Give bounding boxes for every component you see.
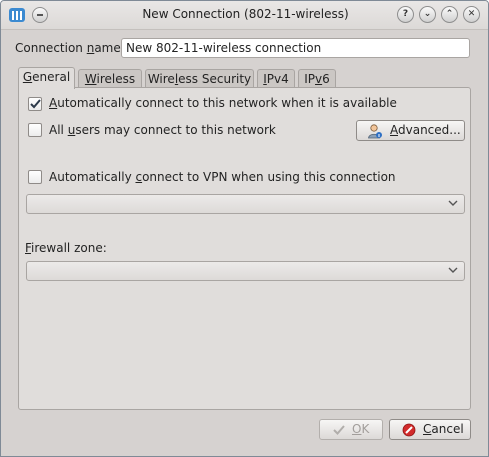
tab-label: 6	[322, 72, 330, 86]
label-text: Connection	[15, 41, 87, 55]
vpn-select[interactable]	[26, 194, 465, 214]
chevron-up-icon: ⌃	[445, 9, 454, 19]
tab-accel: W	[84, 72, 97, 86]
help-icon: ?	[402, 9, 409, 19]
auto-vpn-label[interactable]: Automatically connect to VPN when using …	[49, 170, 396, 184]
tab-accel: G	[22, 70, 33, 84]
tab-label: eneral	[32, 70, 71, 84]
dialog-window: New Connection (802-11-wireless) ? ⌄ ⌃ ✕…	[0, 0, 489, 457]
all-users-checkbox[interactable]	[28, 123, 42, 137]
window-title: New Connection (802-11-wireless)	[142, 7, 349, 21]
label-text: onnect to VPN when using this connection	[142, 170, 396, 184]
maximize-button[interactable]: ⌃	[441, 6, 458, 23]
tab-general[interactable]: General	[18, 67, 75, 89]
advanced-button[interactable]: Advanced...	[356, 120, 465, 141]
ok-button[interactable]: OK	[319, 419, 383, 440]
chevron-down-icon	[448, 267, 458, 273]
label-text: utomatically connect to this network whe…	[57, 96, 397, 110]
auto-connect-label[interactable]: Automatically connect to this network wh…	[49, 96, 397, 110]
firewall-zone-label: Firewall zone:	[25, 241, 107, 255]
cancel-button[interactable]: Cancel	[389, 419, 471, 440]
minimize-button[interactable]: ⌄	[419, 6, 436, 23]
tab-wireless[interactable]: Wireless	[78, 69, 142, 88]
label-text: Automatically	[49, 170, 136, 184]
tab-ipv4[interactable]: IPv4	[257, 69, 295, 88]
button-label: K	[361, 422, 370, 436]
label-accel: A	[49, 96, 58, 110]
tab-label: ess Security	[178, 72, 252, 86]
label-text: irewall zone:	[31, 241, 107, 255]
button-accel: A	[390, 123, 398, 137]
tab-wireless-security[interactable]: Wireless Security	[145, 69, 254, 88]
tab-label: Pv4	[266, 72, 289, 86]
tab-label: Wire	[147, 72, 175, 86]
button-label: dvanced...	[398, 123, 461, 137]
title-bar[interactable]: New Connection (802-11-wireless) ? ⌄ ⌃ ✕	[1, 1, 488, 30]
label-text: All	[49, 123, 68, 137]
connection-name-label: Connection name:	[15, 41, 125, 55]
firewall-zone-select[interactable]	[26, 261, 465, 281]
tab-ipv6[interactable]: IPv6	[298, 69, 336, 88]
chevron-down-icon	[448, 200, 458, 206]
auto-vpn-checkbox[interactable]	[28, 170, 42, 184]
chevron-down-icon: ⌄	[423, 9, 432, 19]
connection-name-value: New 802-11-wireless connection	[126, 41, 322, 55]
general-tab-panel: Automatically connect to this network wh…	[18, 87, 471, 410]
button-label: ancel	[431, 422, 464, 436]
label-text: sers may connect to this network	[75, 123, 276, 137]
cancel-icon	[402, 423, 416, 437]
help-button[interactable]: ?	[397, 6, 414, 23]
checkmark-icon	[30, 99, 41, 109]
auto-connect-checkbox[interactable]	[28, 97, 42, 111]
connection-name-input[interactable]: New 802-11-wireless connection	[121, 38, 470, 58]
all-users-label[interactable]: All users may connect to this network	[49, 123, 276, 137]
user-info-icon	[368, 124, 382, 139]
tab-label: IP	[304, 72, 316, 86]
close-button[interactable]: ✕	[463, 6, 480, 23]
checkmark-icon	[333, 425, 345, 435]
tab-label: ireless	[96, 72, 136, 86]
close-icon: ✕	[467, 9, 476, 19]
